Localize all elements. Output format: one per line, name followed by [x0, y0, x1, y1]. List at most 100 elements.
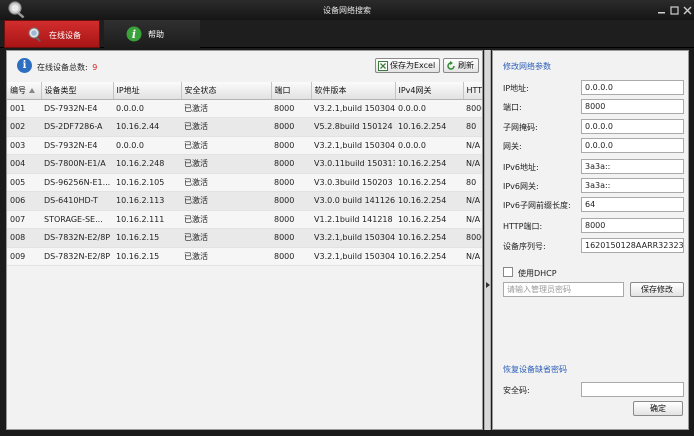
export-excel-button[interactable]: 保存为Excel — [375, 58, 441, 73]
cell-port: 8000 — [271, 136, 311, 155]
window-title: 设备网络搜索 — [323, 6, 371, 15]
gateway-label: 网关: — [503, 142, 522, 151]
cell-index: 005 — [7, 173, 41, 192]
col-header-index[interactable]: 编号 — [7, 82, 42, 100]
cell-port: 8000 — [271, 154, 311, 174]
table-row[interactable]: 009 DS-7832N-E2/8P 10.16.2.15 已激活 8000 V3.2.1… — [7, 247, 482, 266]
table-row[interactable]: 006 DS-6410HD-T 10.16.2.113 已激活 8000 V3.0.0 b… — [7, 191, 482, 211]
cell-http-port: 8000 — [463, 228, 482, 248]
cell-ipv4-gateway: 10.16.2.254 — [395, 210, 463, 229]
cell-device-type: DS-96256N-E1... — [41, 173, 113, 192]
cell-ipv4-gateway: 10.16.2.254 — [395, 228, 463, 248]
cell-http-port: N/A — [463, 136, 482, 155]
cell-http-port: 80 — [463, 173, 482, 192]
refresh-icon — [447, 61, 455, 70]
device-list-panel: i 在线设备总数: 9 保存为Excel 刷新 编号 设备类型 IP地址 安全状… — [6, 50, 483, 430]
table-row[interactable]: 003 DS-7932N-E4 0.0.0.0 已激活 8000 V3.2.1,build… — [7, 136, 482, 155]
port-field[interactable]: 8000 — [581, 99, 684, 114]
ipv6-prefix-field[interactable]: 64 — [581, 197, 684, 212]
cell-port: 8000 — [271, 99, 311, 118]
col-header-port[interactable]: 端口 — [271, 82, 312, 100]
online-device-label: 在线设备总数: — [37, 63, 88, 72]
search-device-icon — [28, 27, 41, 42]
cell-security: 已激活 — [181, 228, 271, 248]
svg-text:i: i — [132, 28, 136, 41]
cell-port: 8000 — [271, 247, 311, 266]
cell-http-port: 80 — [463, 117, 482, 137]
close-icon — [683, 6, 692, 15]
security-code-field[interactable] — [581, 382, 684, 397]
save-changes-button[interactable]: 保存修改 — [630, 282, 684, 297]
tab-bar: 在线设备 i 帮助 — [0, 20, 694, 48]
refresh-button[interactable]: 刷新 — [443, 58, 479, 73]
device-table: 编号 设备类型 IP地址 安全状态 端口 软件版本 IPv4网关 HTT 001… — [7, 82, 482, 429]
ipv6-gateway-field[interactable]: 3a3a:: — [581, 178, 684, 193]
cell-index: 009 — [7, 247, 41, 266]
cell-software-version: V3.0.3build 150203 — [311, 173, 395, 192]
table-row[interactable]: 008 DS-7832N-E2/8P 10.16.2.15 已激活 8000 V3.2.1… — [7, 228, 482, 248]
cell-ipv4-gateway: 10.16.2.254 — [395, 154, 463, 174]
ipv6-address-label: IPv6地址: — [503, 163, 539, 172]
tab-online-devices-label: 在线设备 — [49, 31, 81, 40]
serial-number-field[interactable]: 1620150128AARR323232 — [581, 238, 684, 253]
cell-device-type: DS-6410HD-T — [41, 191, 113, 211]
col-header-ip[interactable]: IP地址 — [113, 82, 182, 100]
gateway-field[interactable]: 0.0.0.0 — [581, 138, 684, 153]
ip-label: IP地址: — [503, 84, 529, 93]
subnet-mask-field[interactable]: 0.0.0.0 — [581, 119, 684, 134]
cell-ipv4-gateway: 10.16.2.254 — [395, 247, 463, 266]
cell-device-type: STORAGE-SE... — [41, 210, 113, 229]
ipv6-address-field[interactable]: 3a3a:: — [581, 159, 684, 174]
panel-splitter[interactable] — [484, 50, 491, 430]
table-row[interactable]: 002 DS-2DF7286-A 10.16.2.44 已激活 8000 V5.2.8bu… — [7, 117, 482, 137]
serial-number-label: 设备序列号: — [503, 242, 546, 251]
cell-software-version: V3.2.1,build 150304 — [311, 136, 395, 155]
col-header-device-type[interactable]: 设备类型 — [41, 82, 114, 100]
http-port-field[interactable]: 8000 — [581, 218, 684, 233]
cell-ipv4-gateway: 10.16.2.254 — [395, 117, 463, 137]
cell-ipv4-gateway: 10.16.2.254 — [395, 173, 463, 192]
table-row[interactable]: 005 DS-96256N-E1... 10.16.2.105 已激活 8000 V3.0… — [7, 173, 482, 192]
maximize-button[interactable] — [670, 6, 679, 15]
cell-http-port: 8000 — [463, 99, 482, 118]
col-header-software-version[interactable]: 软件版本 — [311, 82, 396, 100]
cell-index: 004 — [7, 154, 41, 174]
cell-ipv4-gateway: 0.0.0.0 — [395, 99, 463, 118]
network-settings-panel: 修改网络参数 IP地址: 0.0.0.0 端口: 8000 子网掩码: 0.0.… — [492, 50, 689, 430]
network-panel-title: 修改网络参数 — [503, 62, 551, 71]
table-row[interactable]: 004 DS-7800N-E1/A 10.16.2.248 已激活 8000 V3.0.1… — [7, 154, 482, 174]
cell-port: 8000 — [271, 228, 311, 248]
ip-field[interactable]: 0.0.0.0 — [581, 80, 684, 95]
cell-device-type: DS-7932N-E4 — [41, 99, 113, 118]
cell-ip: 0.0.0.0 — [113, 99, 181, 118]
cell-device-type: DS-7832N-E2/8P — [41, 228, 113, 248]
cell-software-version: V3.2.1,build 150304 — [311, 99, 395, 118]
table-row[interactable]: 007 STORAGE-SE... 10.16.2.111 已激活 8000 V1.2.1… — [7, 210, 482, 229]
table-row[interactable]: 001 DS-7932N-E4 0.0.0.0 已激活 8000 V3.2.1,build… — [7, 99, 482, 118]
collapse-arrow-icon[interactable] — [486, 282, 490, 288]
cell-ip: 10.16.2.113 — [113, 191, 181, 211]
cell-software-version: V3.0.0 build 141126 — [311, 191, 395, 211]
info-icon: i — [17, 58, 32, 73]
cell-http-port: N/A — [463, 210, 482, 229]
close-button[interactable] — [683, 6, 692, 15]
cell-security: 已激活 — [181, 154, 271, 174]
dhcp-checkbox[interactable] — [503, 267, 513, 277]
minimize-button[interactable] — [657, 6, 666, 15]
col-header-http-port[interactable]: HTT — [463, 82, 482, 100]
cell-ipv4-gateway: 0.0.0.0 — [395, 136, 463, 155]
col-header-security[interactable]: 安全状态 — [181, 82, 272, 100]
tab-help[interactable]: i 帮助 — [104, 20, 200, 48]
confirm-button[interactable]: 确定 — [633, 401, 683, 416]
http-port-label: HTTP端口: — [503, 222, 543, 231]
cell-software-version: V1.2.1build 141218 — [311, 210, 395, 229]
maximize-icon — [670, 6, 679, 15]
cell-ip: 10.16.2.105 — [113, 173, 181, 192]
tab-online-devices[interactable]: 在线设备 — [4, 20, 100, 48]
admin-password-input[interactable]: 请输入管理员密码 — [503, 282, 624, 297]
col-header-ipv4-gateway[interactable]: IPv4网关 — [395, 82, 464, 100]
cell-ip: 0.0.0.0 — [113, 136, 181, 155]
ipv6-gateway-label: IPv6网关: — [503, 182, 539, 191]
cell-port: 8000 — [271, 117, 311, 137]
excel-icon — [378, 61, 388, 71]
